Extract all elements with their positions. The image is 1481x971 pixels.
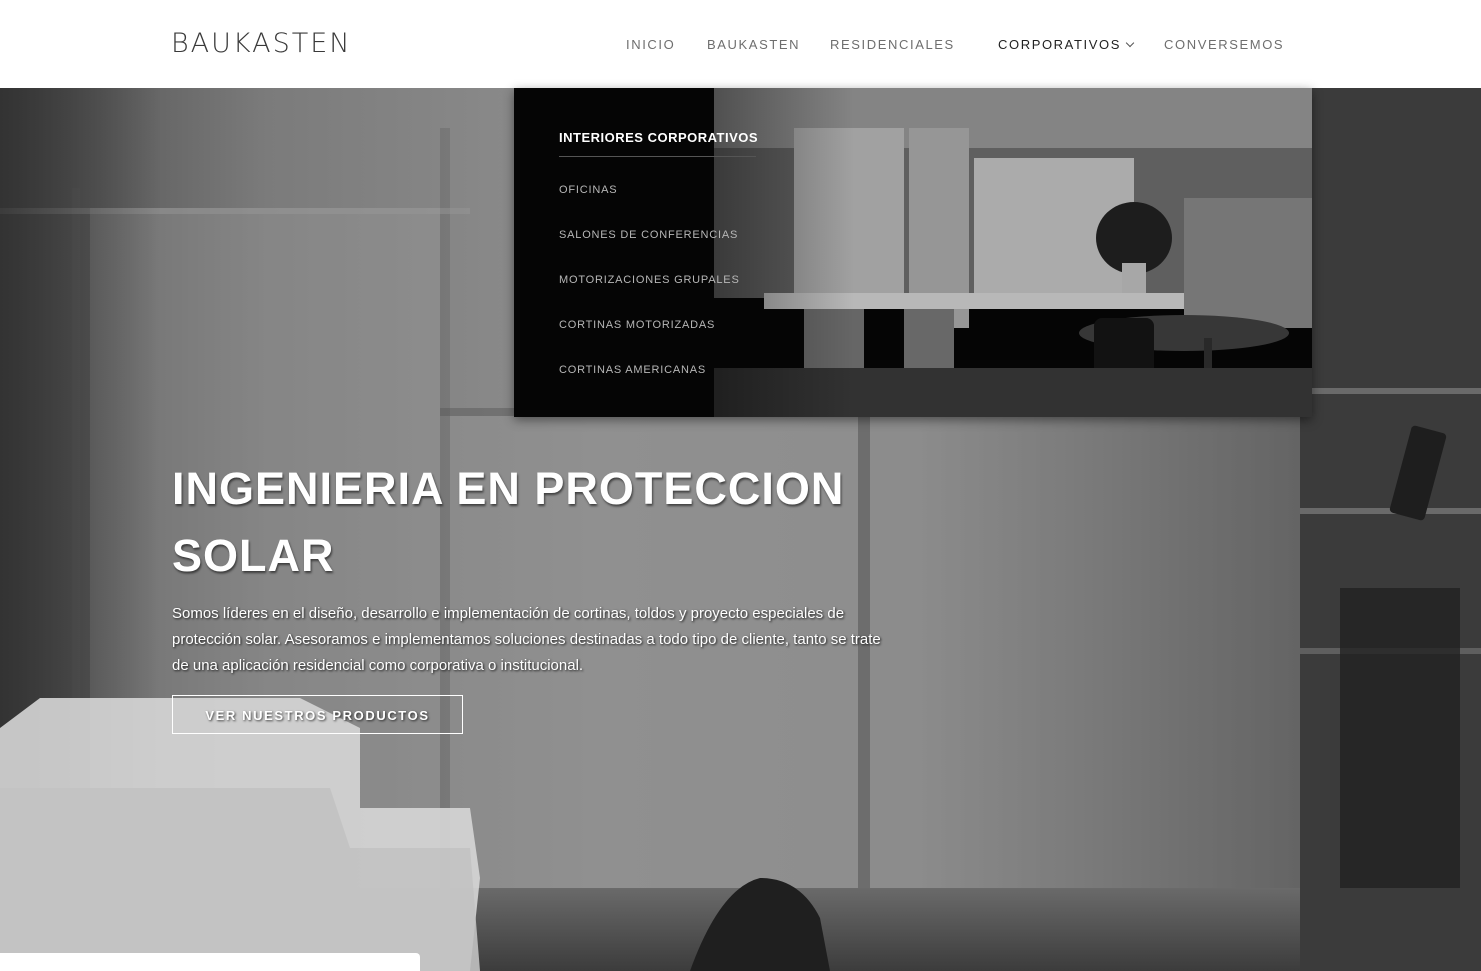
top-navbar: BAUKASTEN INICIO BAUKASTEN RESIDENCIALES… bbox=[0, 0, 1481, 88]
bottom-panel-edge bbox=[0, 953, 420, 971]
dropdown-divider bbox=[559, 156, 756, 157]
view-products-button[interactable]: VER NUESTROS PRODUCTOS bbox=[172, 695, 463, 734]
nav-item-residenciales[interactable]: RESIDENCIALES bbox=[830, 37, 955, 52]
nav-item-conversemos[interactable]: CONVERSEMOS bbox=[1164, 37, 1284, 52]
dropdown-heading: INTERIORES CORPORATIVOS bbox=[559, 130, 759, 145]
dropdown-item-cortinas-motorizadas[interactable]: CORTINAS MOTORIZADAS bbox=[559, 319, 715, 332]
dropdown-item-cortinas-americanas[interactable]: CORTINAS AMERICANAS bbox=[559, 364, 706, 377]
dropdown-item-salones-de-conferencias[interactable]: SALONES DE CONFERENCIAS bbox=[559, 229, 738, 242]
nav-item-baukasten[interactable]: BAUKASTEN bbox=[707, 37, 800, 52]
hero-description: Somos líderes en el diseño, desarrollo e… bbox=[172, 605, 881, 674]
hero-title: INGENIERIA EN PROTECCION SOLAR bbox=[172, 463, 845, 581]
nav-item-inicio[interactable]: INICIO bbox=[626, 37, 675, 52]
chevron-down-icon bbox=[1125, 38, 1135, 48]
dropdown-item-motorizaciones-grupales[interactable]: MOTORIZACIONES GRUPALES bbox=[559, 274, 740, 287]
corporativos-dropdown-menu: INTERIORES CORPORATIVOS OFICINAS SALONES… bbox=[514, 88, 1312, 417]
dropdown-item-oficinas[interactable]: OFICINAS bbox=[559, 184, 617, 197]
brand-logo[interactable]: BAUKASTEN bbox=[171, 28, 352, 60]
nav-item-corporativos[interactable]: CORPORATIVOS bbox=[998, 37, 1135, 52]
nav-item-corporativos-label: CORPORATIVOS bbox=[998, 37, 1121, 52]
